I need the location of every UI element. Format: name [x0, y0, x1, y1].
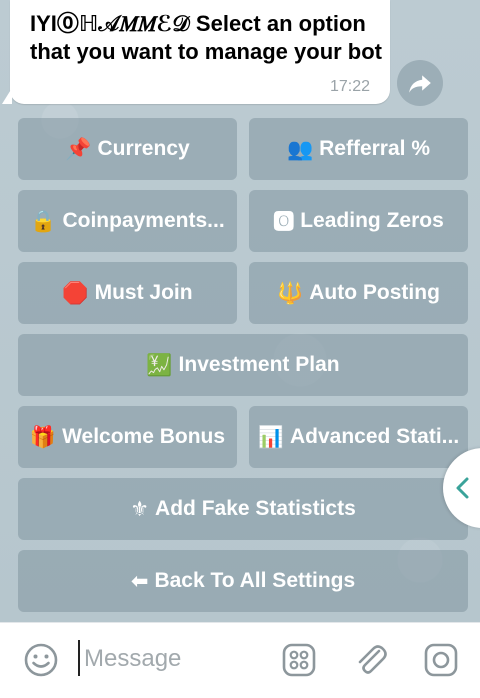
referral-button[interactable]: 👥 Refferral % [249, 118, 468, 180]
lock-icon: 🔒 [30, 208, 57, 233]
emoji-icon[interactable] [22, 641, 60, 679]
leading-zeros-label: Leading Zeros [300, 209, 444, 232]
pushpin-icon: 📌 [65, 136, 92, 161]
trident-icon: 🔱 [277, 280, 304, 305]
chart-yen-icon: 💹 [146, 352, 173, 377]
welcome-bonus-label: Welcome Bonus [62, 425, 226, 448]
investment-plan-button[interactable]: 💹 Investment Plan [18, 334, 468, 396]
back-button[interactable]: ⬅ Back To All Settings [18, 550, 468, 612]
message-input[interactable] [82, 640, 286, 678]
message-bubble: IYI⓪ℍ𝒜𝑀𝑀ℰ𝒟 Select an option that you wan… [10, 0, 390, 104]
fake-stats-button[interactable]: ⚜ Add Fake Statisticts [18, 478, 468, 540]
referral-label: Refferral % [319, 137, 431, 160]
coinpayments-label: Coinpayments... [62, 209, 225, 232]
auto-posting-label: Auto Posting [309, 281, 440, 304]
must-join-label: Must Join [94, 281, 193, 304]
chevron-left-icon [456, 477, 469, 499]
bubble-tail [2, 88, 12, 104]
paperclip-icon[interactable] [352, 641, 390, 679]
bar-chart-icon: 📊 [257, 424, 284, 449]
message-time: 17:22 [329, 78, 370, 95]
users-icon: 👥 [286, 136, 314, 161]
back-arrow-icon: ⬅ [130, 569, 149, 593]
camera-icon[interactable] [422, 641, 460, 679]
currency-button[interactable]: 📌 Currency [18, 118, 237, 180]
message-text: IYI⓪ℍ𝒜𝑀𝑀ℰ𝒟 Select an option that you wan… [30, 11, 383, 64]
coinpayments-button[interactable]: 🔒 Coinpayments... [18, 190, 237, 252]
forward-icon [409, 75, 431, 93]
stop-sign-icon: 🛑 [62, 280, 89, 305]
fake-stats-label: Add Fake Statisticts [155, 497, 356, 520]
currency-label: Currency [97, 137, 190, 160]
gift-icon: 🎁 [29, 424, 57, 449]
advanced-stats-button[interactable]: 📊 Advanced Stati... [249, 406, 468, 468]
advanced-stats-label: Advanced Stati... [289, 425, 460, 448]
forward-button[interactable] [397, 60, 443, 106]
leading-zeros-button[interactable]: 🅾 Leading Zeros [249, 190, 468, 252]
investment-plan-label: Investment Plan [178, 353, 340, 376]
auto-posting-button[interactable]: 🔱 Auto Posting [249, 262, 468, 324]
fleur-de-lis-icon: ⚜ [130, 497, 150, 521]
text-cursor [78, 640, 80, 676]
o-button-icon: 🅾 [273, 210, 295, 234]
welcome-bonus-button[interactable]: 🎁 Welcome Bonus [18, 406, 237, 468]
must-join-button[interactable]: 🛑 Must Join [18, 262, 237, 324]
back-label: Back To All Settings [154, 569, 356, 592]
